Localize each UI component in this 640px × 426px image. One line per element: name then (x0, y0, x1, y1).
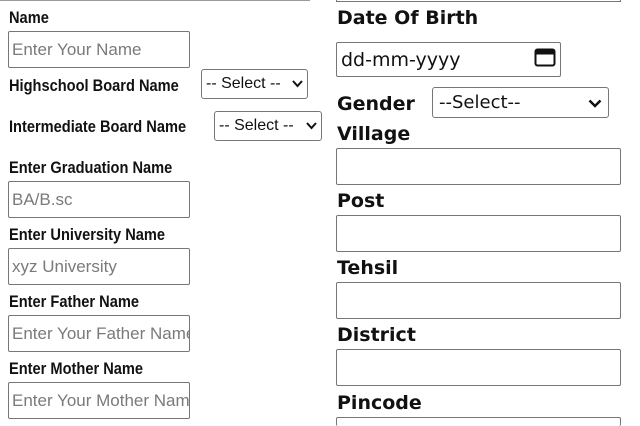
gender-selected: --Select-- (439, 92, 521, 113)
father-name-label: Enter Father Name (9, 292, 140, 311)
graduation-input[interactable] (8, 181, 190, 218)
calendar-icon[interactable] (534, 47, 556, 72)
chevron-down-icon (306, 119, 317, 133)
mother-name-input[interactable] (8, 382, 190, 419)
village-label: Village (337, 123, 411, 145)
dob-label: Date Of Birth (337, 7, 479, 29)
father-name-input[interactable] (8, 315, 190, 352)
tehsil-label: Tehsil (337, 257, 399, 279)
highschool-board-selected: -- Select -- (206, 75, 281, 92)
university-label: Enter University Name (9, 225, 166, 244)
university-input[interactable] (8, 248, 190, 285)
chevron-down-icon (292, 77, 303, 91)
name-input[interactable] (8, 31, 190, 68)
intermediate-board-selected: -- Select -- (219, 117, 294, 134)
highschool-board-select[interactable]: -- Select -- (201, 69, 308, 99)
post-label: Post (337, 190, 385, 212)
dob-placeholder: dd-mm-yyyy (341, 48, 461, 71)
graduation-label: Enter Graduation Name (9, 158, 173, 177)
pincode-input[interactable] (336, 417, 621, 426)
tehsil-input[interactable] (336, 282, 621, 319)
pincode-label: Pincode (337, 392, 422, 414)
gender-label: Gender (337, 93, 415, 115)
gender-select[interactable]: --Select-- (432, 87, 609, 118)
post-input[interactable] (336, 215, 621, 252)
district-input[interactable] (336, 349, 621, 386)
district-label: District (337, 324, 416, 346)
chevron-down-icon (588, 92, 602, 113)
dob-input[interactable]: dd-mm-yyyy (336, 42, 561, 77)
top-input-edge-right (336, 0, 621, 2)
highschool-board-label: Highschool Board Name (9, 76, 179, 95)
intermediate-board-label: Intermediate Board Name (9, 117, 187, 136)
mother-name-label: Enter Mother Name (9, 359, 144, 378)
top-divider-left (0, 0, 310, 1)
name-label: Name (9, 8, 49, 27)
intermediate-board-select[interactable]: -- Select -- (214, 111, 322, 141)
village-input[interactable] (336, 148, 621, 185)
